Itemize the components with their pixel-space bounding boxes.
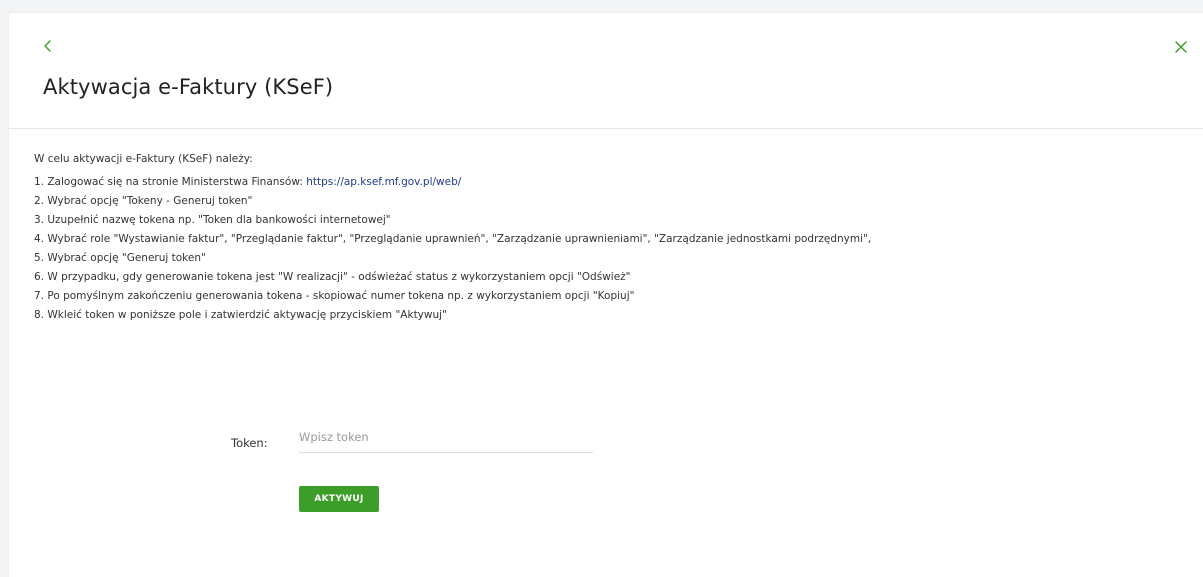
token-row: Token: [231,422,593,453]
step-item: 7. Po pomyślnym zakończeniu generowania … [34,290,635,302]
token-input[interactable] [299,422,593,453]
step-item: 4. Wybrać role "Wystawianie faktur", "Pr… [34,233,872,245]
step-item: 1. Zalogować się na stronie Ministerstwa… [34,175,1183,189]
activate-button[interactable]: AKTYWUJ [299,486,379,512]
step-item: 6. W przypadku, gdy generowanie tokena j… [34,271,631,283]
instructions-intro: W celu aktywacji e-Faktury (KSeF) należy… [34,153,253,165]
close-icon [1175,41,1187,53]
ksef-link[interactable]: https://ap.ksef.mf.gov.pl/web/ [306,176,461,188]
chevron-left-icon [44,40,51,52]
instructions-steps: 1. Zalogować się na stronie Ministerstwa… [34,175,1183,322]
step-item: 5. Wybrać opcję "Generuj token" [34,252,206,264]
token-label: Token: [231,436,268,450]
activation-panel: Aktywacja e-Faktury (KSeF) W celu aktywa… [9,13,1203,577]
step-text: 1. Zalogować się na stronie Ministerstwa… [34,176,307,188]
step-item: 8. Wkleić token w poniższe pole i zatwie… [34,309,447,321]
panel-header: Aktywacja e-Faktury (KSeF) [9,13,1203,129]
instructions: W celu aktywacji e-Faktury (KSeF) należy… [34,152,1183,327]
step-item: 2. Wybrać opcję "Tokeny - Generuj token" [34,195,253,207]
back-button[interactable] [41,37,55,55]
page-title: Aktywacja e-Faktury (KSeF) [43,75,334,99]
step-item: 3. Uzupełnić nazwę tokena np. "Token dla… [34,214,391,226]
close-button[interactable] [1173,39,1189,55]
